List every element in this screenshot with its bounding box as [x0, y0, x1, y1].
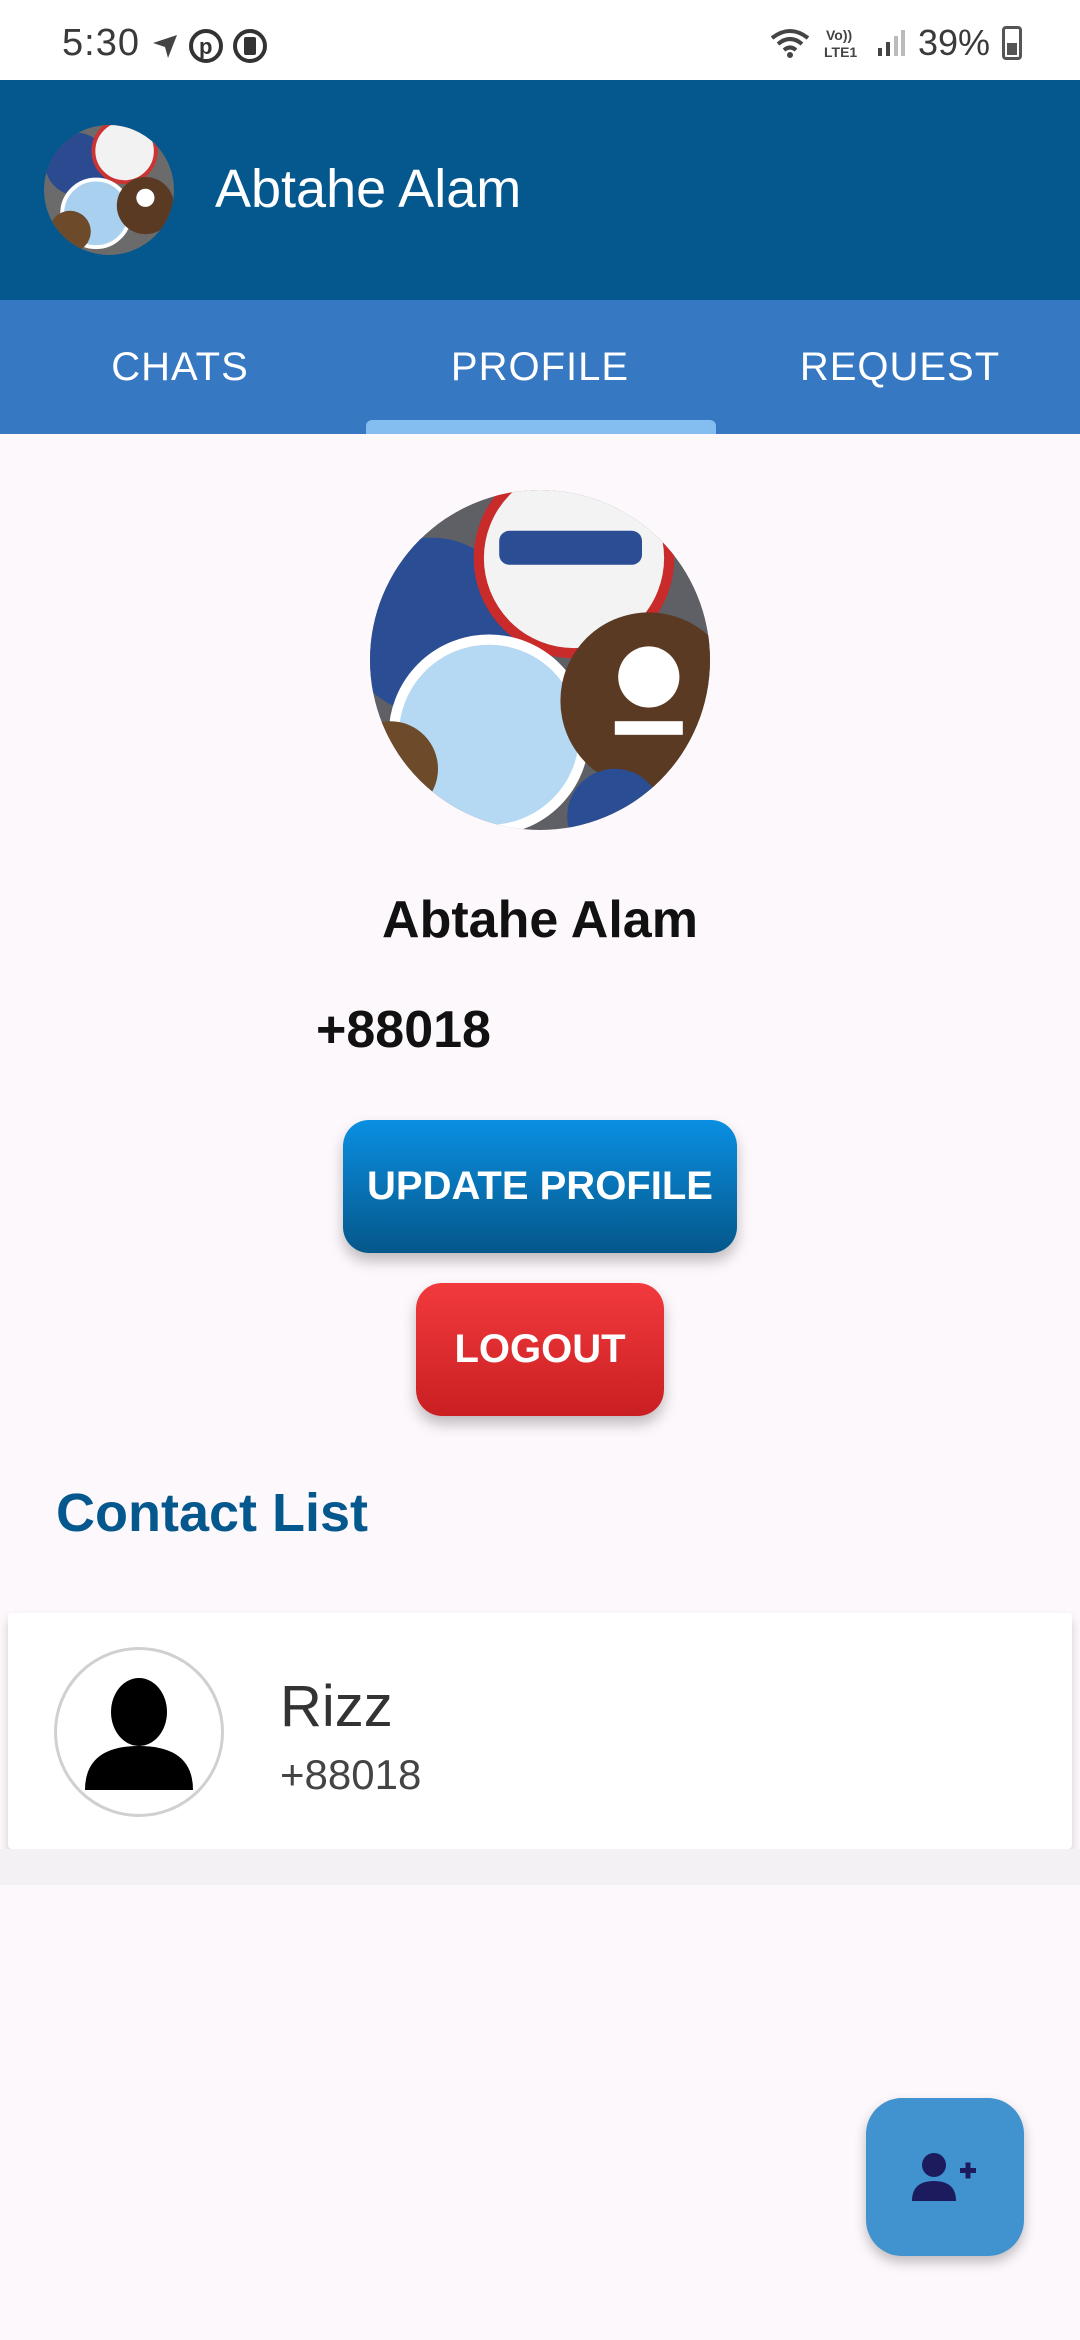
profile-name: Abtahe Alam	[382, 891, 698, 949]
signal-icon	[877, 30, 905, 56]
tab-chats[interactable]: CHATS	[0, 300, 360, 434]
tab-profile[interactable]: PROFILE	[360, 300, 720, 434]
wifi-call-icon	[770, 29, 810, 58]
battery-icon	[1002, 26, 1022, 60]
svg-text:p: p	[199, 34, 212, 59]
status-right: Vo)) LTE1 39%	[768, 22, 1022, 64]
bottle-caps-photo-icon	[370, 490, 710, 830]
add-contact-fab[interactable]	[866, 2098, 1024, 2256]
app-bar: Abtahe Alam	[0, 80, 1080, 300]
person-silhouette-icon	[85, 1678, 193, 1790]
profile-phone: +88018	[316, 1001, 491, 1059]
bottle-caps-avatar-icon	[44, 125, 174, 255]
app-bar-title: Abtahe Alam	[215, 159, 522, 219]
battery-percent: 39%	[917, 22, 990, 63]
volte-icon: Vo)) LTE1	[824, 27, 857, 60]
p-app-icon: p	[189, 29, 223, 63]
svg-text:Vo)): Vo))	[826, 27, 852, 43]
tab-indicator	[366, 420, 716, 434]
contact-list-title: Contact List	[56, 1483, 369, 1543]
tab-request[interactable]: REQUEST	[720, 300, 1080, 434]
contact-list-bottom	[0, 1849, 1080, 1885]
navigation-icon	[153, 35, 177, 58]
add-person-icon	[912, 2153, 976, 2201]
status-bar: 5:30 p Vo)) LTE1 39%	[0, 0, 1080, 80]
tab-bar: CHATS PROFILE REQUEST	[0, 300, 1080, 434]
contact-avatar	[54, 1647, 224, 1817]
update-profile-button[interactable]: UPDATE PROFILE	[343, 1120, 737, 1253]
contact-name: Rizz	[280, 1674, 393, 1739]
status-time: 5:30	[62, 22, 140, 64]
contact-phone: +88018	[280, 1751, 422, 1798]
clipboard-icon	[233, 29, 267, 63]
logout-button[interactable]: LOGOUT	[416, 1283, 664, 1416]
svg-text:LTE1: LTE1	[824, 44, 857, 60]
status-left-icons: p	[150, 28, 268, 64]
app-bar-avatar[interactable]	[44, 125, 174, 255]
contact-list-item[interactable]: Rizz +88018	[8, 1613, 1072, 1849]
profile-photo[interactable]	[370, 490, 710, 830]
